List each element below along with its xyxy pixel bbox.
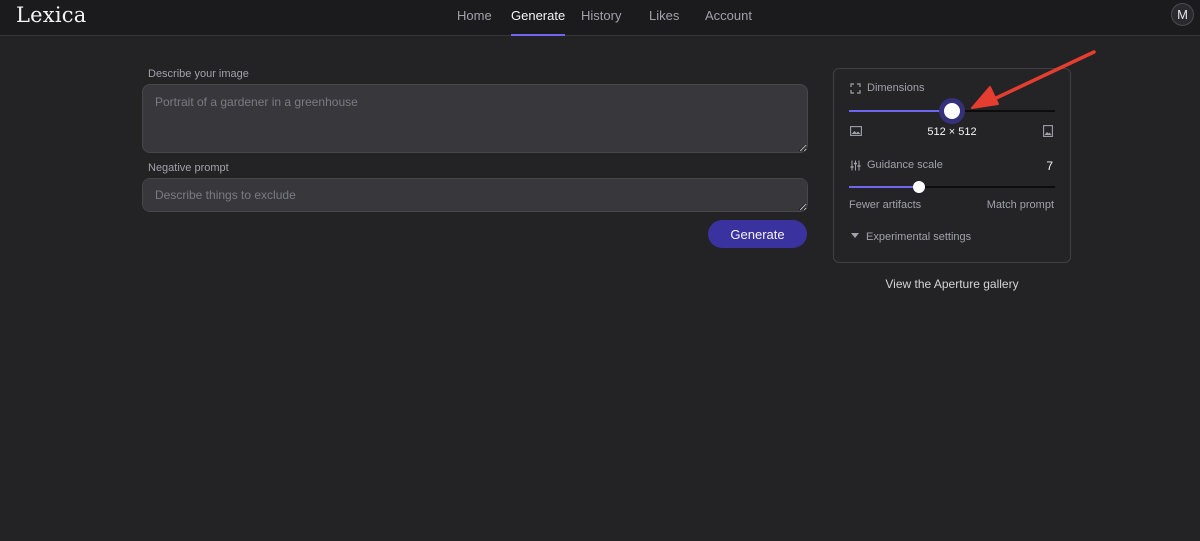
- dimensions-value: 512 × 512: [927, 126, 977, 138]
- nav-account-label: Account: [705, 8, 752, 23]
- dimensions-slider-thumb[interactable]: [944, 103, 960, 119]
- guidance-slider-fill: [849, 186, 919, 188]
- negative-prompt-label: Negative prompt: [148, 162, 229, 174]
- fewer-artifacts-hint: Fewer artifacts: [849, 199, 922, 211]
- user-avatar[interactable]: M: [1171, 3, 1194, 26]
- nav-generate[interactable]: Generate: [511, 8, 566, 36]
- match-prompt-hint: Match prompt: [986, 199, 1054, 211]
- nav-likes[interactable]: Likes: [649, 8, 679, 36]
- guidance-slider-thumb[interactable]: [913, 181, 925, 193]
- experimental-settings-label: Experimental settings: [866, 231, 972, 243]
- dimensions-slider[interactable]: [849, 103, 1055, 119]
- nav-history-label: History: [581, 8, 622, 23]
- dimensions-label: Dimensions: [867, 82, 925, 94]
- nav-home-label: Home: [457, 8, 492, 23]
- experimental-settings-toggle[interactable]: Experimental settings: [849, 229, 999, 245]
- main-nav: Home Generate History Likes Account: [0, 0, 1200, 36]
- nav-likes-label: Likes: [649, 8, 680, 23]
- guidance-scale-value: 7: [1046, 159, 1053, 173]
- portrait-image-icon[interactable]: [1043, 125, 1053, 137]
- nav-history[interactable]: History: [581, 8, 621, 36]
- expand-corners-icon: [850, 83, 861, 94]
- top-navigation-bar: Lexica Home Generate History Likes Accou…: [0, 0, 1200, 36]
- prompt-label: Describe your image: [148, 68, 249, 80]
- active-tab-indicator: [511, 34, 566, 36]
- nav-generate-label: Generate: [511, 8, 566, 23]
- nav-account[interactable]: Account: [705, 8, 752, 36]
- sliders-icon: [850, 160, 861, 171]
- dimensions-slider-fill: [849, 110, 952, 112]
- negative-prompt-input[interactable]: [142, 178, 808, 212]
- aperture-gallery-link[interactable]: View the Aperture gallery: [833, 277, 1071, 291]
- guidance-scale-slider[interactable]: [849, 181, 1055, 193]
- nav-home[interactable]: Home: [457, 8, 492, 36]
- prompt-input[interactable]: [142, 84, 808, 153]
- caret-down-icon: [851, 233, 859, 238]
- settings-panel: Dimensions 512 × 512 Guidance scale 7 Fe…: [833, 68, 1071, 263]
- generate-button[interactable]: Generate: [708, 220, 807, 248]
- guidance-scale-label: Guidance scale: [867, 159, 943, 171]
